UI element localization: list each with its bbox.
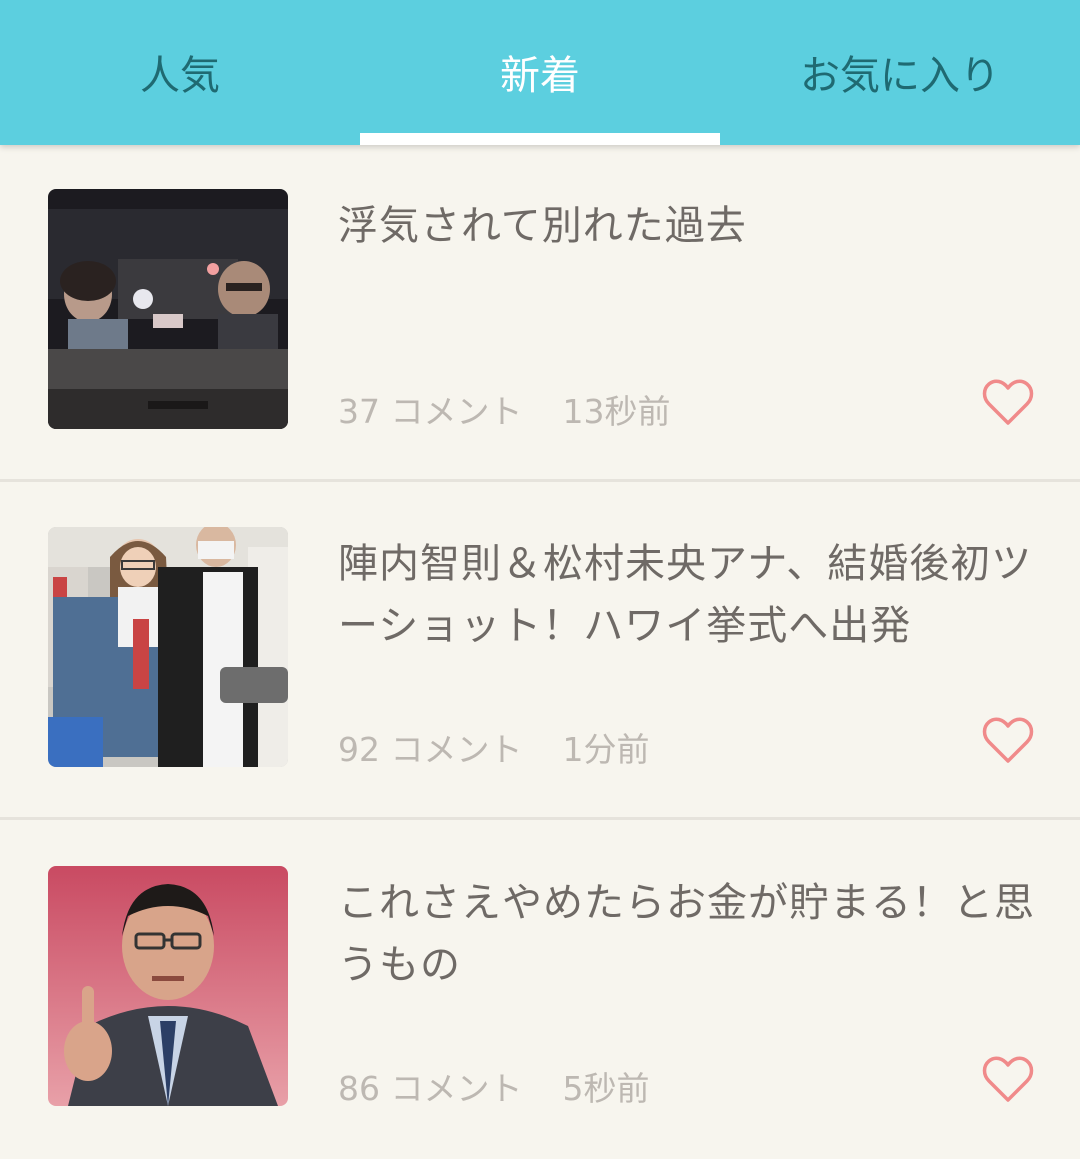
article-meta: 92 コメント 1分前 xyxy=(338,723,649,771)
heart-icon[interactable] xyxy=(982,717,1034,765)
article-meta: 37 コメント 13秒前 xyxy=(338,385,670,433)
divider xyxy=(0,817,1080,820)
tab-bar: 人気 新着 お気に入り xyxy=(0,0,1080,145)
timestamp: 1分前 xyxy=(562,730,650,769)
article-thumbnail[interactable] xyxy=(48,189,288,429)
list-item[interactable]: 浮気されて別れた過去 37 コメント 13秒前 xyxy=(0,145,1080,482)
tab-label: お気に入り xyxy=(800,52,1000,99)
tab-label: 人気 xyxy=(140,52,220,99)
heart-icon[interactable] xyxy=(982,1056,1034,1104)
active-tab-indicator xyxy=(360,133,720,145)
list-item[interactable]: これさえやめたらお金が貯まる！と思うもの 86 コメント 5秒前 xyxy=(0,822,1080,1159)
tab-label: 新着 xyxy=(500,52,580,99)
article-thumbnail[interactable] xyxy=(48,527,288,767)
timestamp: 13秒前 xyxy=(562,392,671,431)
comment-count: 92 コメント xyxy=(338,730,523,769)
tab-favorites[interactable]: お気に入り xyxy=(720,0,1080,145)
comment-count: 86 コメント xyxy=(338,1069,523,1108)
comment-count: 37 コメント xyxy=(338,392,523,431)
tab-popular[interactable]: 人気 xyxy=(0,0,360,145)
article-title[interactable]: 浮気されて別れた過去 xyxy=(338,195,1038,257)
article-thumbnail[interactable] xyxy=(48,866,288,1106)
heart-icon[interactable] xyxy=(982,379,1034,427)
article-meta: 86 コメント 5秒前 xyxy=(338,1062,649,1110)
article-title[interactable]: これさえやめたらお金が貯まる！と思うもの xyxy=(338,872,1038,996)
timestamp: 5秒前 xyxy=(562,1069,650,1108)
list-item[interactable]: 陣内智則＆松村未央アナ、結婚後初ツーショット！ハワイ挙式へ出発 92 コメント 1… xyxy=(0,483,1080,820)
tab-new[interactable]: 新着 xyxy=(360,0,720,145)
divider xyxy=(0,479,1080,482)
article-title[interactable]: 陣内智則＆松村未央アナ、結婚後初ツーショット！ハワイ挙式へ出発 xyxy=(338,533,1038,657)
